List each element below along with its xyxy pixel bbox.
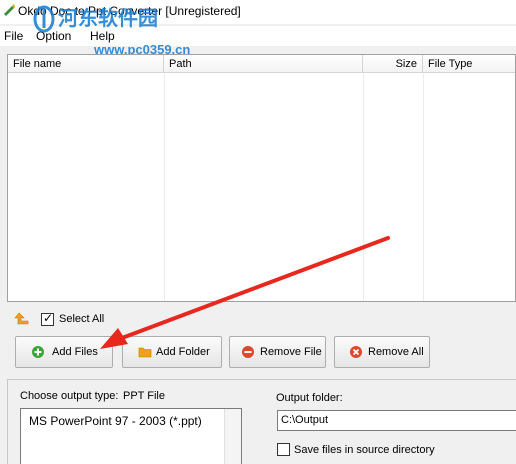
output-folder-label: Output folder:	[276, 392, 343, 404]
minus-circle-icon	[242, 346, 254, 358]
remove-all-button[interactable]: Remove All	[334, 336, 430, 368]
remove-file-label: Remove File	[260, 346, 322, 358]
menu-bar: File Option Help	[0, 26, 516, 46]
column-file-type[interactable]: File Type	[423, 55, 515, 73]
output-folder-field[interactable]: C:\Output	[277, 410, 516, 431]
menu-option[interactable]: Option	[36, 29, 71, 43]
column-path[interactable]: Path	[164, 55, 363, 73]
output-type-value: PPT File	[123, 390, 165, 402]
checkmark-icon: ✓	[43, 311, 54, 325]
menu-help[interactable]: Help	[90, 29, 115, 43]
close-circle-icon	[350, 346, 362, 358]
plus-circle-icon	[32, 346, 44, 358]
window-title: Okdo Doc to Ppt Converter [Unregistered]	[18, 4, 241, 18]
column-file-name[interactable]: File name	[8, 55, 164, 73]
output-type-option[interactable]: MS PowerPoint 97 - 2003 (*.ppt)	[29, 414, 202, 428]
output-type-listbox[interactable]: MS PowerPoint 97 - 2003 (*.ppt)	[20, 408, 242, 464]
file-list-header: File name Path Size File Type	[8, 55, 515, 73]
save-in-source-checkbox[interactable]	[277, 443, 290, 456]
column-size[interactable]: Size	[363, 55, 423, 73]
menu-file[interactable]: File	[4, 29, 23, 43]
remove-all-label: Remove All	[368, 346, 424, 358]
app-icon	[4, 4, 15, 16]
add-folder-label: Add Folder	[156, 346, 210, 358]
save-in-source-label: Save files in source directory	[294, 444, 435, 456]
select-all-checkbox[interactable]: ✓	[41, 311, 54, 326]
remove-file-button[interactable]: Remove File	[229, 336, 326, 368]
listbox-scrollbar[interactable]	[224, 409, 241, 464]
add-files-label: Add Files	[52, 346, 98, 358]
title-bar: Okdo Doc to Ppt Converter [Unregistered]	[0, 0, 516, 24]
selection-toolbar: ✓ Select All	[0, 306, 516, 330]
file-list[interactable]: File name Path Size File Type	[7, 54, 516, 302]
add-files-button[interactable]: Add Files	[15, 336, 113, 368]
select-all-label: Select All	[59, 313, 105, 325]
folder-icon	[138, 347, 152, 358]
output-type-label: Choose output type:	[20, 390, 119, 402]
add-folder-button[interactable]: Add Folder	[122, 336, 222, 368]
file-list-body	[8, 74, 515, 301]
arrow-up-icon[interactable]	[14, 310, 30, 326]
